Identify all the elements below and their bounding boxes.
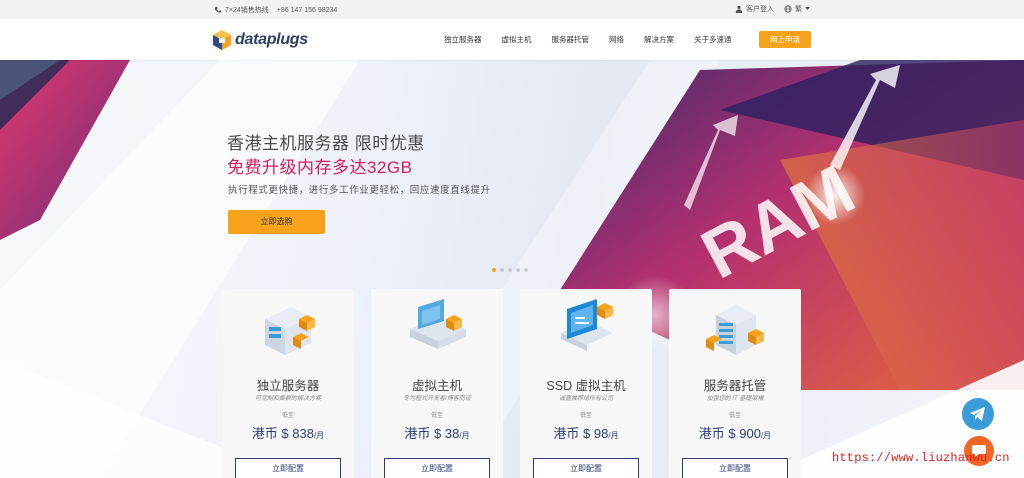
ssd-virtual-host-icon <box>561 299 613 351</box>
nav-menu: 独立服务器 虚拟主机 服务器托管 网络 解决方案 关于多速通 <box>444 34 752 45</box>
hotline-label: 7×24销售热线 <box>225 7 269 14</box>
card-price-unit: /月 <box>313 431 325 440</box>
telegram-button[interactable] <box>962 398 994 430</box>
card-price-prefix: 低至 <box>728 413 741 419</box>
colocation-icon <box>706 305 764 355</box>
carousel-dot[interactable] <box>492 268 496 272</box>
hero-description: 执行程式更快捷，进行多工作业更轻松，回应速度直线提升 <box>228 185 491 196</box>
card-price: 港币 $ 38/月 <box>371 423 503 442</box>
telegram-icon <box>970 407 985 421</box>
dataplugs-logo-icon <box>213 30 231 50</box>
hotline-phone[interactable]: +86 147 156 98234 <box>277 7 338 14</box>
watermark-text: https://www.liuzhanwu.cn <box>832 451 1010 465</box>
card-price: 港币 $ 900/月 <box>669 423 801 442</box>
product-card-dedicated[interactable]: 独立服务器 可完制和集群的解决方案 低至 港币 $ 838/月 立即配置 <box>222 289 354 478</box>
card-title: SSD 虚拟主机 <box>546 379 626 393</box>
configure-now-button[interactable]: 立即配置 <box>682 458 788 478</box>
card-price-value: 港币 $ 98 <box>553 426 609 441</box>
product-card-ssd-virtual-hosting[interactable]: SSD 虚拟主机 诚嘉推荐给所有公司 低至 港币 $ 98/月 立即配置 <box>520 289 652 478</box>
configure-now-button[interactable]: 立即配置 <box>533 458 639 478</box>
product-card-virtual-hosting[interactable]: 虚拟主机 专为程式开发者/博客而设 低至 港币 $ 38/月 立即配置 <box>371 289 503 478</box>
account-area: 客户登入 繁 <box>735 4 810 14</box>
apply-online-button[interactable]: 网上申请 <box>759 31 811 48</box>
main-navbar: dataplugs 独立服务器 虚拟主机 服务器托管 网络 解决方案 关于多速通… <box>0 19 1024 60</box>
card-price-value: 港币 $ 900 <box>698 426 761 441</box>
card-price-unit: /月 <box>459 431 470 440</box>
virtual-host-icon <box>410 299 466 349</box>
nav-item-virtual-hosting[interactable]: 虚拟主机 <box>502 34 532 45</box>
hotline[interactable]: 7×24销售热线 <box>214 5 269 15</box>
card-description: 加强您的 IT 基礎架構 <box>706 396 764 402</box>
carousel-dots <box>492 268 528 272</box>
dedicated-server-icon <box>265 307 315 355</box>
card-price: 港币 $ 98/月 <box>520 423 652 442</box>
buy-now-button[interactable]: 立即选购 <box>228 210 325 234</box>
contact-info: 7×24销售热线 +86 147 156 98234 <box>214 5 337 15</box>
top-utility-bar: 7×24销售热线 +86 147 156 98234 客户登入 繁 <box>0 0 1024 19</box>
nav-item-about[interactable]: 关于多速通 <box>694 34 732 45</box>
login-link[interactable]: 客户登入 <box>735 4 774 14</box>
card-title: 独立服务器 <box>256 379 320 393</box>
nav-item-solutions[interactable]: 解决方案 <box>644 34 674 45</box>
card-description: 可完制和集群的解决方案 <box>254 396 321 402</box>
carousel-dot[interactable] <box>524 268 528 272</box>
globe-icon <box>784 5 792 13</box>
card-title: 服务器托管 <box>703 379 767 393</box>
product-cards: 独立服务器 可完制和集群的解决方案 低至 港币 $ 838/月 立即配置 虚拟主… <box>222 289 801 478</box>
login-label: 客户登入 <box>746 6 774 13</box>
card-price-value: 港币 $ 838 <box>251 426 314 441</box>
card-description: 专为程式开发者/博客而设 <box>403 396 471 402</box>
card-title: 虚拟主机 <box>411 379 462 393</box>
card-price-prefix: 低至 <box>579 413 592 419</box>
card-price-unit: /月 <box>608 431 619 440</box>
phone-icon <box>215 6 222 13</box>
carousel-dot[interactable] <box>500 268 504 272</box>
carousel-dot[interactable] <box>508 268 512 272</box>
nav-item-network[interactable]: 网络 <box>609 34 624 45</box>
language-selector[interactable]: 繁 <box>784 4 810 14</box>
language-label: 繁 <box>795 6 802 13</box>
configure-now-button[interactable]: 立即配置 <box>384 458 490 478</box>
card-price: 港币 $ 838/月 <box>222 423 354 442</box>
hero-subtitle: 免费升级内存多达32GB <box>227 158 413 177</box>
logo-text: dataplugs <box>235 31 308 48</box>
nav-item-dedicated-servers[interactable]: 独立服务器 <box>444 34 482 45</box>
hero-title: 香港主机服务器 限时优惠 <box>227 134 425 153</box>
carousel-dot[interactable] <box>516 268 520 272</box>
user-icon <box>735 5 743 13</box>
card-price-prefix: 低至 <box>281 413 294 419</box>
product-card-colocation[interactable]: 服务器托管 加强您的 IT 基礎架構 低至 港币 $ 900/月 立即配置 <box>669 289 801 478</box>
card-price-prefix: 低至 <box>430 413 443 419</box>
logo[interactable]: dataplugs <box>213 30 308 50</box>
card-description: 诚嘉推荐给所有公司 <box>558 396 613 402</box>
chevron-down-icon <box>805 7 810 10</box>
card-price-unit: /月 <box>760 431 772 440</box>
card-price-value: 港币 $ 38 <box>404 426 460 441</box>
configure-now-button[interactable]: 立即配置 <box>235 458 341 478</box>
nav-item-colocation[interactable]: 服务器托管 <box>552 34 590 45</box>
